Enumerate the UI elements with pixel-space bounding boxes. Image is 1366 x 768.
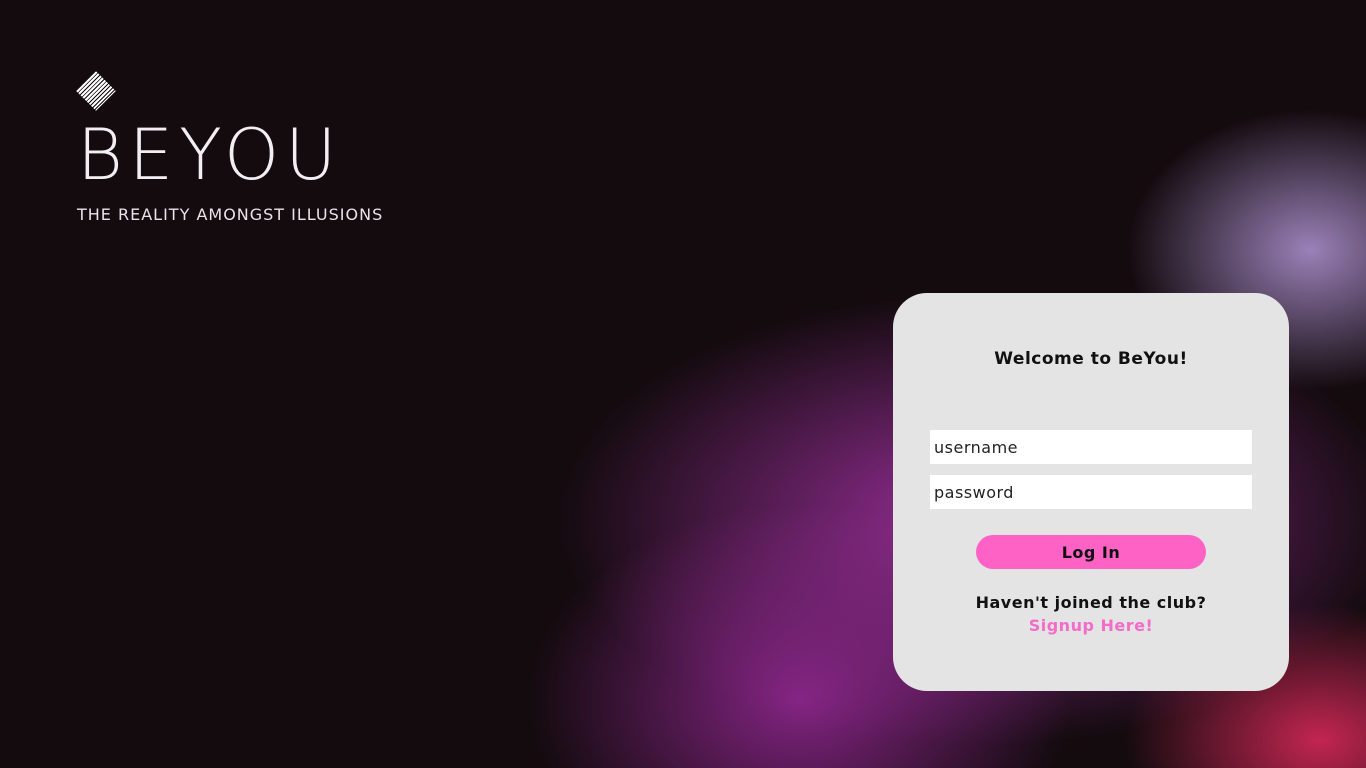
login-card: Welcome to BeYou! Log In Haven't joined … xyxy=(893,293,1289,691)
welcome-heading: Welcome to BeYou! xyxy=(994,349,1188,369)
password-input[interactable] xyxy=(930,475,1252,509)
brand-title: BEYOU xyxy=(77,114,343,196)
login-button[interactable]: Log In xyxy=(976,535,1206,569)
diamond-logo-icon xyxy=(76,71,116,111)
username-input[interactable] xyxy=(930,430,1252,464)
join-prompt: Haven't joined the club? xyxy=(975,593,1207,612)
brand-tagline: THE REALITY AMONGST ILLUSIONS xyxy=(77,205,384,224)
brand-block: BEYOU THE REALITY AMONGST ILLUSIONS xyxy=(76,71,384,224)
signup-link[interactable]: Signup Here! xyxy=(893,616,1289,635)
